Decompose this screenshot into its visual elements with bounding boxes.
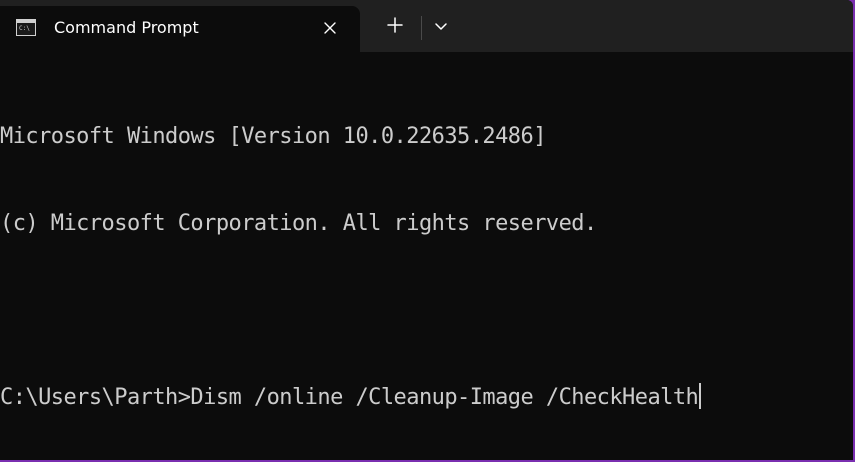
cmd-icon: C:\ bbox=[16, 19, 36, 36]
tab-bar: C:\ Command Prompt bbox=[0, 0, 853, 52]
tab-title: Command Prompt bbox=[54, 18, 199, 37]
close-icon[interactable] bbox=[316, 15, 344, 41]
terminal-line-version: Microsoft Windows [Version 10.0.22635.24… bbox=[0, 124, 546, 149]
text-cursor bbox=[699, 383, 702, 409]
tab-command-prompt[interactable]: C:\ Command Prompt bbox=[0, 6, 360, 52]
command-text: C:\Users\Parth>Dism /online /Cleanup-Ima… bbox=[0, 385, 699, 410]
plus-icon bbox=[387, 16, 403, 38]
terminal-line-copyright: (c) Microsoft Corporation. All rights re… bbox=[0, 211, 597, 236]
svg-text:C:\: C:\ bbox=[19, 25, 30, 32]
chevron-down-icon bbox=[434, 18, 448, 36]
terminal-window: C:\ Command Prompt Microsoft Windows [Ve… bbox=[0, 0, 853, 460]
tab-bar-divider bbox=[421, 16, 422, 40]
new-tab-button[interactable] bbox=[375, 10, 415, 44]
terminal-line-command[interactable]: C:\Users\Parth>Dism /online /Cleanup-Ima… bbox=[0, 383, 853, 412]
new-tab-dropdown-button[interactable] bbox=[425, 10, 457, 44]
terminal-output[interactable]: Microsoft Windows [Version 10.0.22635.24… bbox=[0, 64, 853, 460]
